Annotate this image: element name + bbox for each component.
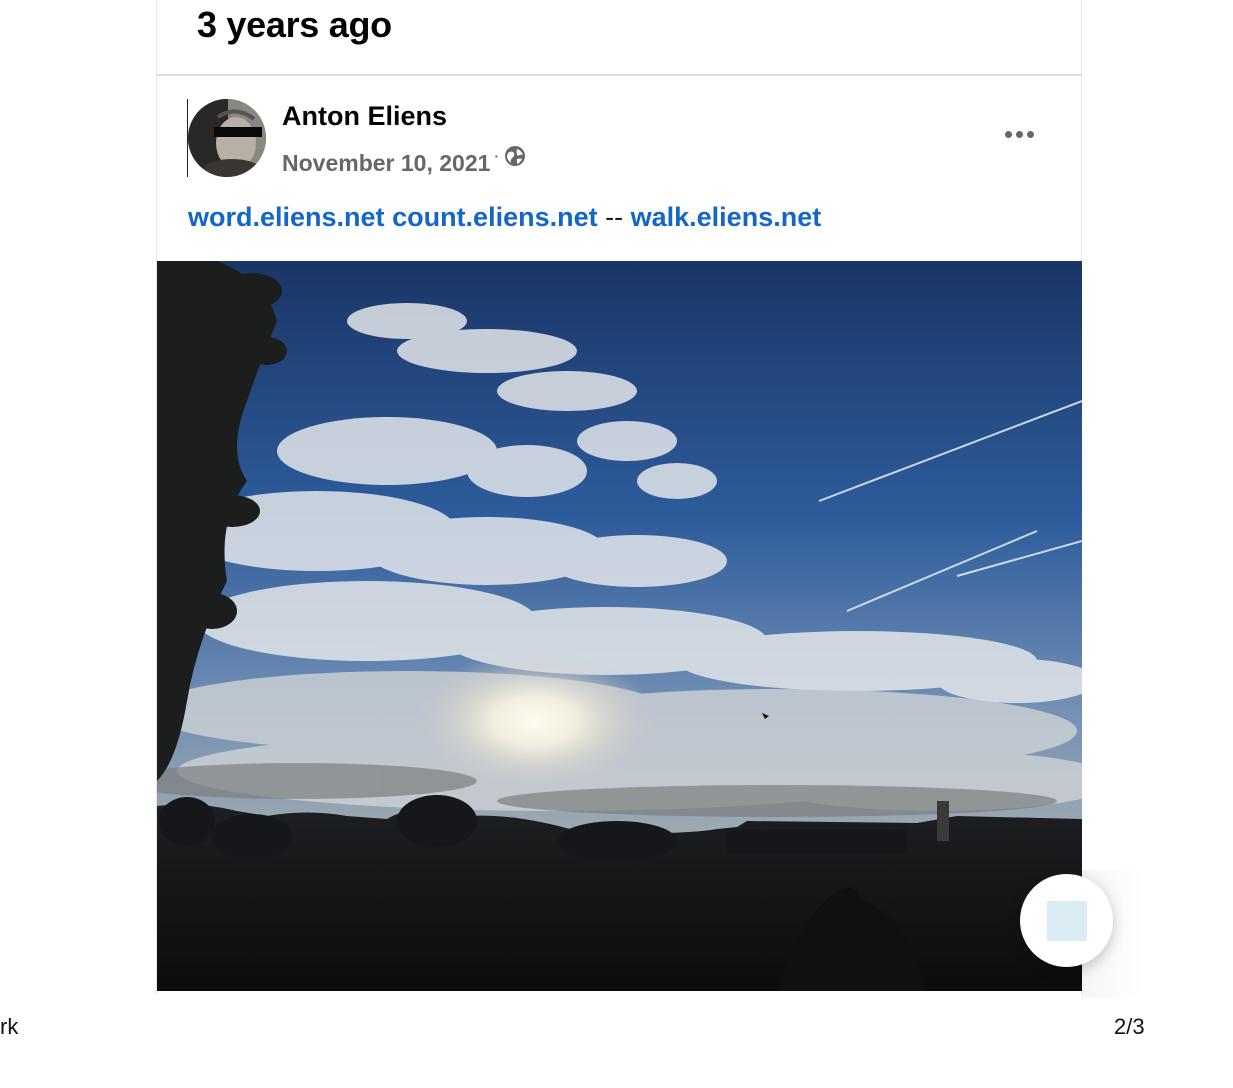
post-text: word.eliens.net count.eliens.net -- walk… [188,202,821,233]
avatar-image [188,99,266,177]
more-horizontal-icon [1015,130,1023,138]
post-meta: November 10, 2021 · [282,146,527,180]
avatar[interactable] [188,99,266,177]
globe-icon [505,146,526,166]
post-date[interactable]: November 10, 2021 [282,150,490,177]
link-separator: -- [605,202,624,232]
square-icon [1046,900,1087,941]
memory-title: 3 years ago [197,4,392,45]
author-name[interactable]: Anton Eliens [282,101,447,132]
more-horizontal-icon [1004,130,1012,138]
post-card: 3 years ago Anton Eliens November 10, 20… [156,0,1082,995]
link-word[interactable]: word.eliens.net [188,202,385,232]
more-horizontal-icon [1026,130,1034,138]
more-options-button[interactable] [995,116,1043,152]
link-walk[interactable]: walk.eliens.net [631,202,822,232]
page-indicator: 2/3 [1114,1014,1145,1039]
link-count[interactable]: count.eliens.net [392,202,598,232]
sky-photo [157,261,1082,991]
divider [157,74,1081,76]
floating-action-button[interactable] [1020,874,1113,967]
meta-separator: · [494,148,500,164]
post-photo[interactable] [157,261,1082,991]
footer-left-text: rk [0,1014,19,1039]
